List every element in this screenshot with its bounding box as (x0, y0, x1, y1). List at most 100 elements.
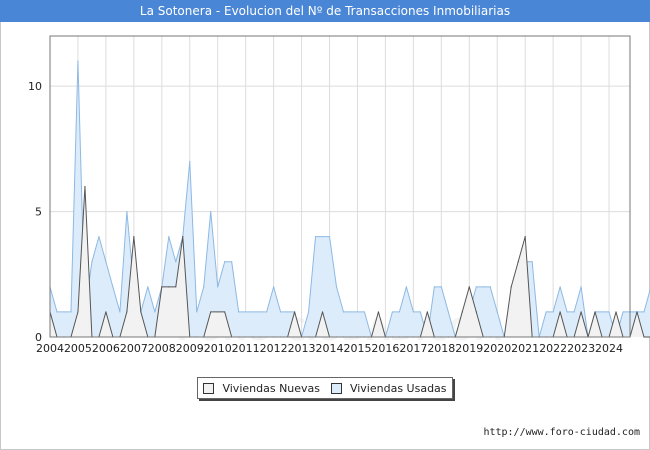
nuevas-point (321, 311, 324, 313)
usadas-point (91, 261, 93, 263)
nuevas-point (594, 311, 596, 313)
usadas-point (419, 311, 421, 313)
x-tick-label: 2015 (343, 342, 371, 355)
usadas-point (266, 311, 268, 313)
usadas-point (56, 311, 58, 313)
nuevas-point (84, 185, 86, 188)
nuevas-point (175, 286, 177, 288)
usadas-point (573, 311, 575, 313)
nuevas-point (182, 236, 184, 238)
y-tick-label: 10 (28, 80, 42, 93)
x-tick-label: 2019 (455, 342, 483, 355)
nuevas-point (468, 286, 470, 288)
usadas-point (496, 311, 498, 313)
nuevas-point (524, 236, 526, 238)
usadas-point (608, 311, 610, 313)
usadas-point (321, 236, 324, 238)
nuevas-point (461, 311, 463, 313)
usadas-point (545, 311, 547, 313)
x-tick-label: 2016 (371, 342, 399, 355)
x-tick-label: 2014 (316, 342, 344, 355)
usadas-point (280, 311, 282, 313)
usadas-point (245, 311, 247, 313)
usadas-point (70, 311, 72, 313)
usadas-point (405, 286, 407, 288)
usadas-point (482, 286, 484, 288)
usadas-point (147, 286, 149, 288)
nuevas-point (126, 311, 128, 313)
x-tick-label: 2005 (64, 342, 92, 355)
nuevas-point (161, 286, 163, 288)
nuevas-point (580, 311, 582, 313)
nuevas-point (168, 286, 170, 288)
nuevas-point (517, 261, 519, 263)
nuevas-point (293, 311, 296, 313)
usadas-point (168, 236, 170, 238)
usadas-point (231, 261, 233, 263)
usadas-point (475, 286, 477, 288)
x-tick-label: 2008 (148, 342, 176, 355)
x-tick-label: 2007 (120, 342, 148, 355)
legend-item-nuevas: Viviendas Nuevas (203, 382, 320, 395)
x-tick-label: 2017 (399, 342, 427, 355)
nuevas-point (105, 311, 107, 313)
x-tick-label: 2013 (288, 342, 316, 355)
usadas-point (559, 286, 561, 288)
nuevas-point (559, 311, 561, 313)
usadas-point (203, 286, 205, 288)
usadas-point (98, 236, 100, 238)
usadas-point (622, 311, 624, 313)
usadas-point (391, 311, 394, 313)
usadas-point (217, 286, 219, 288)
usadas-point (489, 286, 491, 288)
usadas-point (349, 311, 352, 313)
x-tick-label: 2018 (427, 342, 455, 355)
nuevas-point (636, 311, 638, 313)
usadas-point (63, 311, 65, 313)
usadas-point (314, 236, 317, 238)
nuevas-point (217, 311, 219, 313)
usadas-point (126, 210, 128, 213)
usadas-point (175, 261, 177, 263)
source-url: http://www.foro-ciudad.com (483, 427, 640, 438)
usadas-point (412, 311, 414, 313)
usadas-point (335, 286, 338, 288)
usadas-point (259, 311, 261, 313)
usadas-point (643, 311, 645, 313)
nuevas-point (210, 311, 212, 313)
usadas-point (77, 60, 79, 62)
usadas-point (580, 286, 582, 288)
nuevas-point (643, 336, 645, 338)
usadas-point (224, 261, 226, 263)
nuevas-point (77, 311, 79, 313)
usadas-point (252, 311, 254, 313)
legend-swatch-usadas (330, 382, 342, 394)
usadas-point (398, 311, 400, 313)
usadas-point (119, 311, 121, 313)
nuevas-point (475, 311, 477, 313)
usadas-point (238, 311, 240, 313)
x-tick-label: 2021 (511, 342, 539, 355)
usadas-point (328, 236, 331, 238)
usadas-point (447, 311, 449, 313)
usadas-point (105, 261, 107, 263)
usadas-point (363, 311, 366, 313)
usadas-point (433, 286, 435, 288)
nuevas-point (510, 286, 512, 288)
x-tick-label: 2006 (92, 342, 120, 355)
legend-label-nuevas: Viviendas Nuevas (222, 381, 321, 395)
x-axis: 2004 2005 2006 2007 2008 2009 2010 2011 2012 2013… (36, 342, 623, 355)
x-tick-label: 2011 (232, 342, 260, 355)
legend-label-usadas: Viviendas Usadas (349, 381, 447, 395)
y-axis: 0510 (28, 80, 42, 344)
usadas-point (286, 311, 289, 313)
legend: Viviendas Nuevas Viviendas Usadas (197, 377, 453, 399)
usadas-point (531, 261, 533, 263)
usadas-point (196, 311, 198, 313)
usadas-point (356, 311, 359, 313)
x-tick-label: 2023 (567, 342, 595, 355)
x-tick-label: 2004 (36, 342, 64, 355)
y-tick-label: 5 (35, 206, 42, 219)
nuevas-point (133, 236, 135, 238)
x-tick-label: 2024 (595, 342, 623, 355)
